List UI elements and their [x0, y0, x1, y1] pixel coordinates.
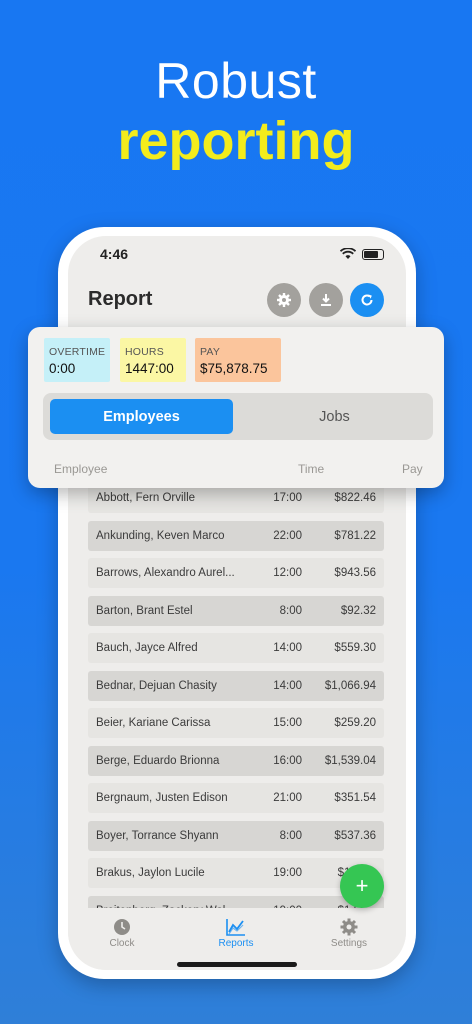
- settings-gear-icon: [340, 918, 358, 936]
- employee-list: Abbott, Fern Orville 17:00 $822.46 Ankundin…: [88, 483, 384, 933]
- page-title: Report: [88, 288, 153, 310]
- tab-settings[interactable]: Settings: [319, 918, 379, 949]
- pay-label: PAY: [200, 346, 221, 358]
- download-button[interactable]: [309, 283, 343, 317]
- time-cell: 14:00: [273, 679, 302, 692]
- time-cell: 22:00: [273, 529, 302, 542]
- employee-name-cell: Berge, Eduardo Brionna: [96, 754, 220, 767]
- pay-cell: $92.32: [340, 604, 376, 617]
- time-cell: 8:00: [279, 829, 302, 842]
- status-icons: [340, 248, 384, 260]
- segmented-control: Employees Jobs: [43, 393, 433, 440]
- time-cell: 19:00: [273, 867, 302, 879]
- hours-value: 1447:00: [125, 361, 174, 376]
- pay-cell: $259.20: [334, 717, 376, 729]
- table-row[interactable]: Beier, Kariane Carissa 15:00 $259.20: [88, 708, 384, 738]
- tab-bar: Clock Reports Settings: [68, 908, 406, 970]
- employee-name-cell: Boyer, Torrance Shyann: [96, 829, 219, 842]
- pay-cell: $1,066.94: [324, 679, 376, 692]
- employee-name-cell: Barrows, Alexandro Aurel...: [96, 567, 235, 579]
- column-header-time[interactable]: Time: [298, 462, 324, 476]
- employee-name-cell: Abbott, Fern Orville: [96, 492, 196, 504]
- refresh-icon: [361, 294, 373, 306]
- time-cell: 21:00: [273, 792, 302, 804]
- pay-value: $75,878.75: [200, 361, 268, 376]
- pay-cell: $822.46: [334, 492, 376, 504]
- overtime-stat: OVERTIME 0:00: [44, 338, 110, 382]
- time-cell: 12:00: [273, 567, 302, 579]
- table-row[interactable]: Bergnaum, Justen Edison 21:00 $351.54: [88, 783, 384, 813]
- pay-cell: $559.30: [334, 642, 376, 654]
- pay-cell: $943.56: [334, 567, 376, 579]
- segment-employees[interactable]: Employees: [50, 399, 233, 434]
- status-time: 4:46: [100, 246, 129, 262]
- table-row[interactable]: Bauch, Jayce Alfred 14:00 $559.30: [88, 633, 384, 663]
- home-indicator: [177, 962, 297, 967]
- time-cell: 17:00: [273, 492, 302, 504]
- refresh-button[interactable]: [350, 283, 384, 317]
- tab-settings-label: Settings: [330, 938, 368, 949]
- time-cell: 16:00: [273, 754, 302, 767]
- overtime-label: OVERTIME: [49, 346, 106, 358]
- time-cell: 15:00: [273, 717, 302, 729]
- column-header-employee[interactable]: Employee: [54, 462, 107, 476]
- overtime-value: 0:00: [49, 361, 76, 376]
- summary-card: OVERTIME 0:00 HOURS 1447:00 PAY $75,878.…: [28, 327, 444, 488]
- tab-clock[interactable]: Clock: [92, 918, 152, 949]
- table-row[interactable]: Bednar, Dejuan Chasity 14:00 $1,066.94: [88, 670, 384, 701]
- hours-label: HOURS: [125, 346, 164, 358]
- headline-line-1: Robust: [155, 53, 317, 109]
- battery-icon: [362, 248, 384, 260]
- pay-cell: $351.54: [334, 792, 376, 804]
- download-icon: [321, 294, 331, 306]
- chart-icon: [226, 919, 245, 936]
- segment-jobs[interactable]: Jobs: [243, 399, 426, 434]
- clock-icon: [114, 919, 130, 935]
- table-row[interactable]: Ankunding, Keven Marco 22:00 $781.22: [88, 520, 384, 551]
- settings-button[interactable]: [267, 283, 301, 317]
- employee-name-cell: Bauch, Jayce Alfred: [96, 642, 198, 654]
- column-header-pay[interactable]: Pay: [402, 462, 423, 476]
- employee-name-cell: Ankunding, Keven Marco: [96, 529, 225, 542]
- pay-cell: $537.36: [334, 829, 376, 842]
- time-cell: 14:00: [273, 642, 302, 654]
- pay-cell: $1,539.04: [324, 754, 376, 767]
- time-cell: 8:00: [279, 604, 302, 617]
- employee-name-cell: Beier, Kariane Carissa: [96, 717, 211, 729]
- pay-cell: $781.22: [334, 529, 376, 542]
- employee-name-cell: Barton, Brant Estel: [96, 604, 193, 617]
- hours-stat: HOURS 1447:00: [120, 338, 186, 382]
- table-row[interactable]: Barton, Brant Estel 8:00 $92.32: [88, 595, 384, 626]
- gear-icon: [277, 293, 291, 307]
- employee-name-cell: Bednar, Dejuan Chasity: [96, 679, 217, 692]
- headline-line-2: reporting: [117, 111, 355, 171]
- employee-name-cell: Bergnaum, Justen Edison: [96, 792, 228, 804]
- table-row[interactable]: Boyer, Torrance Shyann 8:00 $537.36: [88, 820, 384, 851]
- pay-stat: PAY $75,878.75: [195, 338, 281, 382]
- table-row[interactable]: Barrows, Alexandro Aurel... 12:00 $943.56: [88, 558, 384, 588]
- employee-name-cell: Brakus, Jaylon Lucile: [96, 867, 205, 879]
- tab-clock-label: Clock: [109, 938, 135, 949]
- table-row[interactable]: Berge, Eduardo Brionna 16:00 $1,539.04: [88, 745, 384, 776]
- wifi-icon: [340, 248, 356, 259]
- tab-reports[interactable]: Reports: [206, 918, 266, 949]
- tab-reports-label: Reports: [218, 938, 254, 949]
- add-button[interactable]: +: [340, 864, 384, 908]
